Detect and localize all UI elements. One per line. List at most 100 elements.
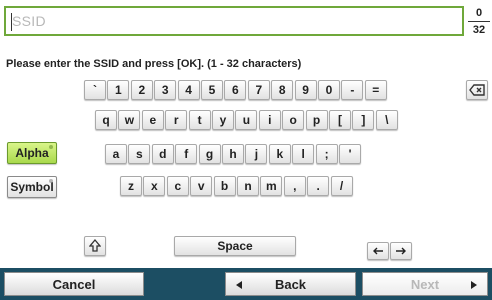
key[interactable]: y	[212, 110, 234, 130]
key[interactable]: q	[95, 110, 117, 130]
arrow-right-icon	[396, 247, 406, 255]
key-label: y	[219, 113, 227, 127]
key-label: b	[220, 179, 229, 193]
key[interactable]: c	[166, 176, 189, 196]
key-label: q	[102, 113, 110, 127]
text-caret	[11, 13, 12, 31]
key[interactable]: 4	[177, 80, 200, 100]
space-key-label: Space	[217, 239, 253, 253]
key-label: [	[338, 113, 342, 127]
key-label: t	[197, 113, 202, 127]
alpha-mode-button[interactable]: Alpha	[7, 142, 57, 164]
key[interactable]: j	[245, 144, 268, 164]
key-label: p	[312, 113, 321, 127]
key-label: 8	[278, 83, 286, 97]
key[interactable]: 0	[318, 80, 340, 100]
key[interactable]: g	[198, 144, 221, 164]
cancel-button[interactable]: Cancel	[4, 272, 144, 296]
key[interactable]: l	[292, 144, 315, 164]
key-label: s	[136, 147, 143, 161]
symbol-indicator-dot	[49, 179, 53, 183]
key[interactable]: t	[188, 110, 211, 130]
key[interactable]: p	[305, 110, 328, 130]
key[interactable]: w	[118, 110, 141, 130]
key[interactable]: ;	[315, 144, 338, 164]
key[interactable]: n	[237, 176, 259, 196]
key[interactable]: f	[175, 144, 198, 164]
key[interactable]: .	[307, 176, 330, 196]
key-label: k	[276, 147, 284, 161]
key-label: r	[173, 113, 179, 127]
key[interactable]: u	[235, 110, 258, 130]
key[interactable]: m	[260, 176, 283, 196]
key[interactable]: 5	[201, 80, 223, 100]
arrow-left-icon	[373, 247, 383, 255]
key[interactable]: '	[339, 144, 361, 164]
next-button-label: Next	[410, 276, 440, 292]
symbol-mode-button[interactable]: Symbol	[7, 176, 57, 198]
key[interactable]: 7	[247, 80, 270, 100]
key[interactable]: [	[329, 110, 351, 130]
character-max: 32	[472, 24, 486, 36]
key[interactable]: /	[330, 176, 353, 196]
key[interactable]: 1	[107, 80, 130, 100]
key[interactable]: 6	[224, 80, 247, 100]
key-label: 6	[232, 83, 239, 97]
key[interactable]: `	[84, 80, 106, 100]
ssid-input-placeholder: SSID	[12, 13, 46, 29]
key[interactable]: e	[141, 110, 164, 130]
space-key[interactable]: Space	[174, 236, 296, 256]
key[interactable]: x	[143, 176, 166, 196]
key[interactable]: v	[190, 176, 213, 196]
key[interactable]: =	[364, 80, 387, 100]
key[interactable]: \	[375, 110, 398, 130]
key-label: i	[268, 113, 272, 127]
key-label: 0	[325, 83, 333, 97]
key-label: ;	[324, 147, 329, 161]
key[interactable]: 9	[294, 80, 317, 100]
key-label: c	[174, 179, 182, 193]
key[interactable]: d	[151, 144, 174, 164]
counter-divider	[468, 21, 490, 22]
character-counter: 0 32	[468, 6, 490, 38]
key[interactable]: b	[213, 176, 236, 196]
key-label: v	[197, 179, 205, 193]
shift-key[interactable]	[84, 236, 106, 256]
key-label: u	[242, 113, 251, 127]
key[interactable]: s	[128, 144, 151, 164]
key[interactable]: k	[268, 144, 291, 164]
next-button[interactable]: Next	[362, 272, 488, 296]
key-label: h	[229, 147, 237, 161]
key-label: g	[205, 147, 214, 161]
key-label: 3	[161, 83, 169, 97]
key[interactable]: ]	[352, 110, 375, 130]
key[interactable]: z	[120, 176, 142, 196]
key[interactable]: ,	[283, 176, 306, 196]
key-label: 7	[255, 83, 263, 97]
key-label: `	[93, 83, 97, 97]
ssid-input[interactable]: SSID	[4, 6, 464, 36]
key[interactable]: 2	[130, 80, 153, 100]
back-button-label: Back	[274, 276, 307, 292]
key[interactable]: r	[165, 110, 188, 130]
key[interactable]: 8	[271, 80, 294, 100]
key[interactable]: o	[282, 110, 305, 130]
alpha-indicator-dot	[49, 145, 53, 149]
cursor-right-key[interactable]	[390, 242, 412, 260]
key[interactable]: -	[341, 80, 364, 100]
key-label: 2	[138, 83, 146, 97]
key-label: l	[301, 147, 305, 161]
key[interactable]: a	[105, 144, 127, 164]
key-label: ]	[361, 113, 366, 127]
key[interactable]: h	[222, 144, 244, 164]
back-button[interactable]: Back	[225, 272, 356, 296]
key[interactable]: i	[258, 110, 281, 130]
cursor-left-key[interactable]	[367, 242, 389, 260]
key-label: \	[385, 113, 389, 127]
key-label: 9	[302, 83, 309, 97]
shift-icon	[89, 239, 101, 252]
key[interactable]: 3	[154, 80, 177, 100]
character-count: 0	[475, 7, 483, 19]
key-label: a	[112, 147, 120, 161]
backspace-key[interactable]	[466, 80, 488, 100]
